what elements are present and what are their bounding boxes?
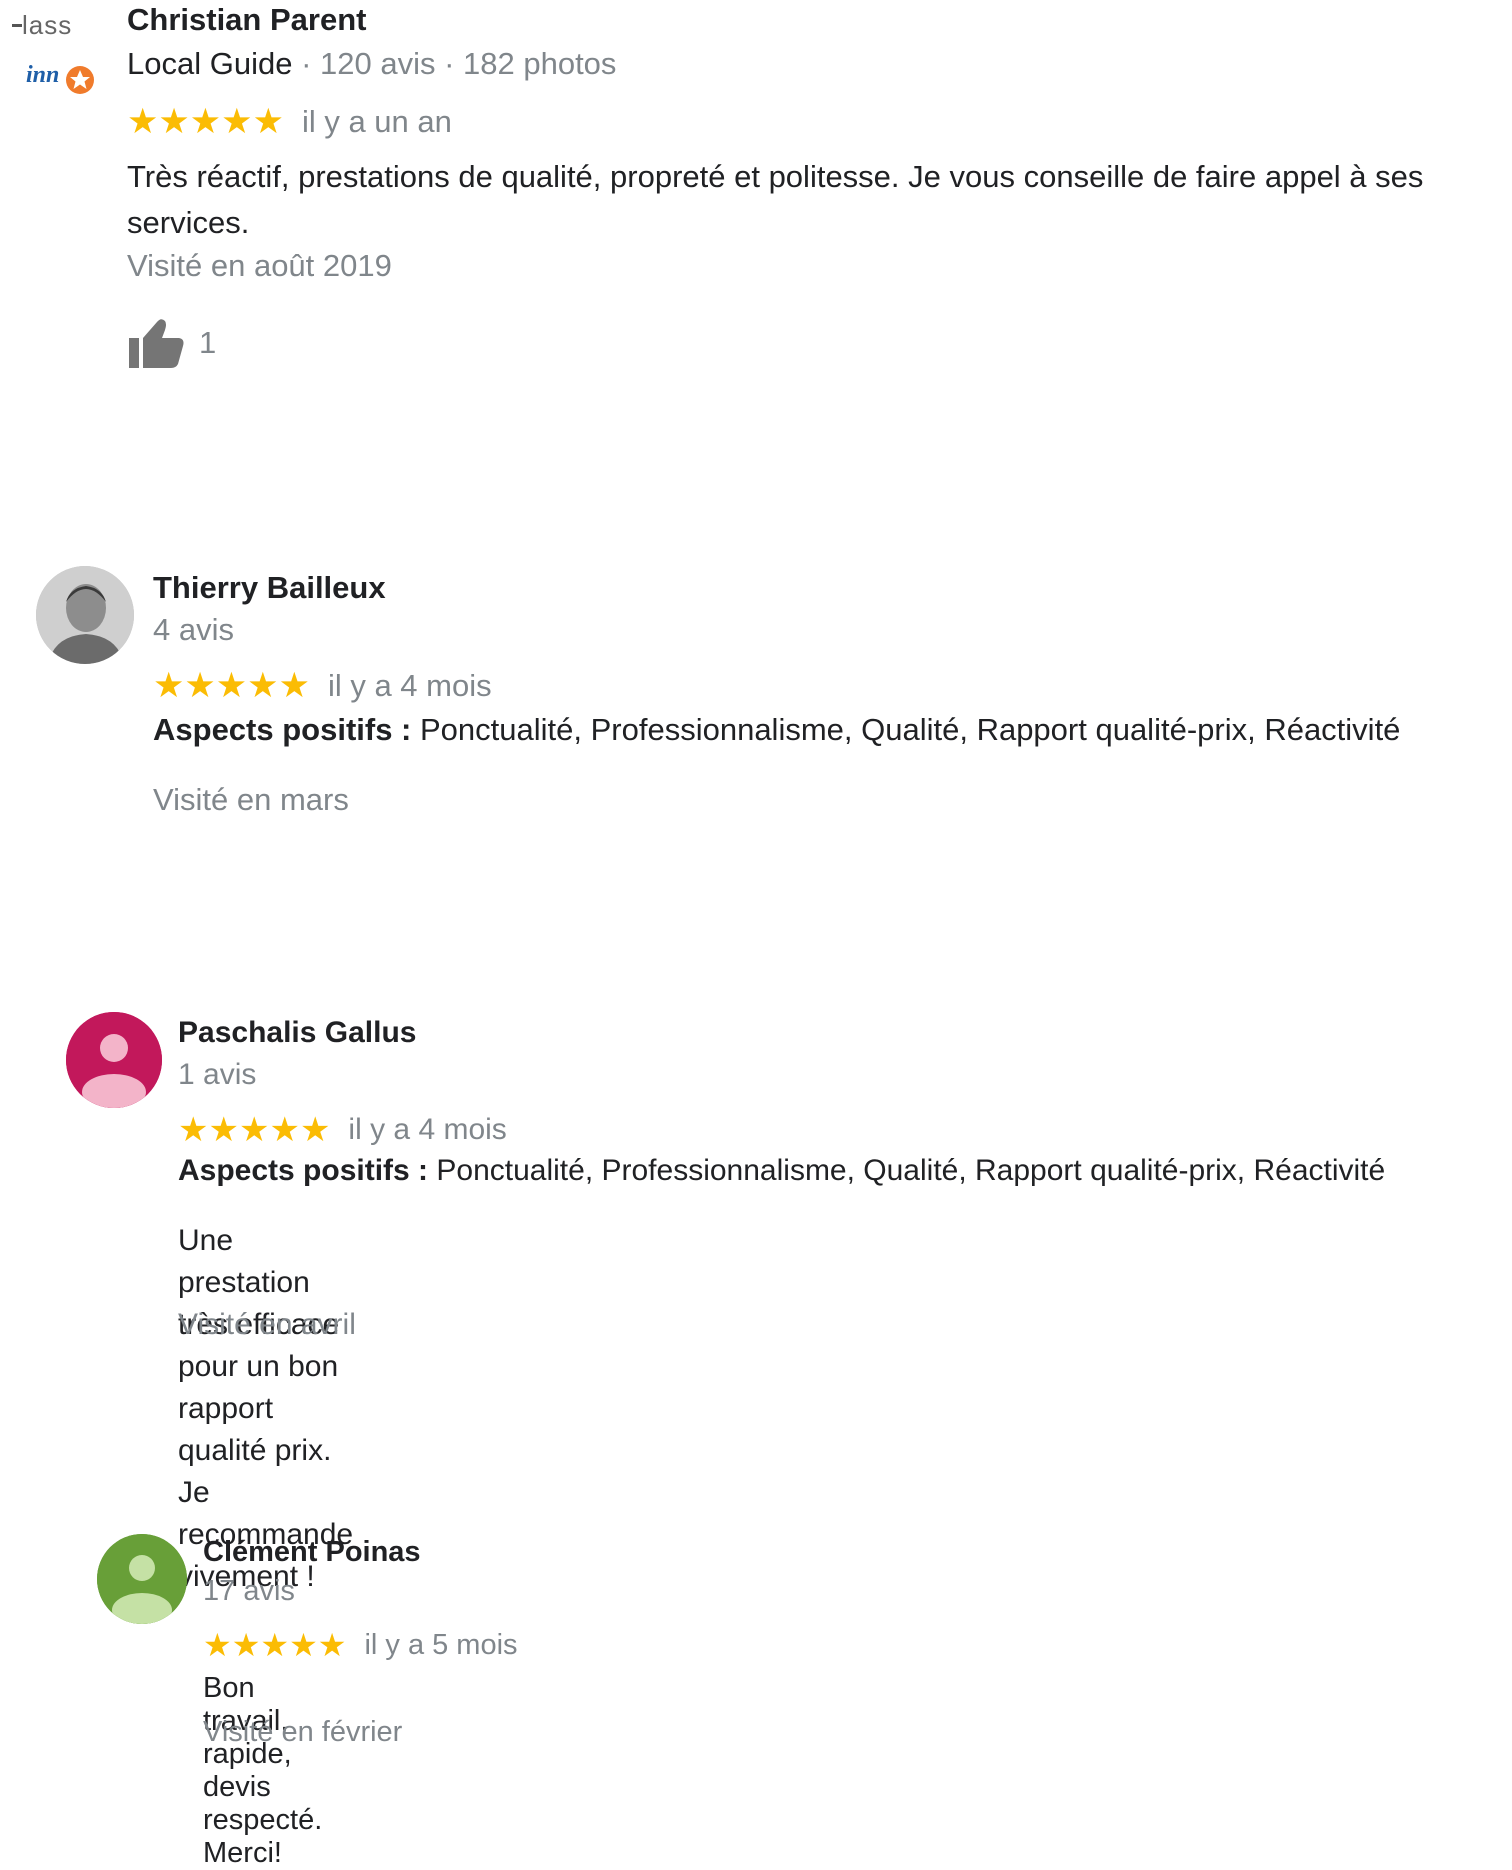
star-icon: ★ — [317, 1627, 347, 1663]
reviewer-name[interactable]: Christian Parent — [127, 2, 366, 38]
avatar[interactable] — [97, 1534, 187, 1624]
star-icon: ★ — [158, 102, 190, 141]
thumbs-up-icon — [129, 319, 184, 368]
like-button[interactable]: 1 — [127, 316, 216, 370]
star-rating: ★ ★ ★ ★ ★ — [127, 102, 284, 142]
default-person-icon — [66, 1012, 162, 1108]
local-guide-label: Local Guide — [127, 46, 293, 81]
avatar[interactable] — [66, 1012, 162, 1108]
star-icon: ★ — [278, 666, 310, 705]
aspects-list: Ponctualité, Professionnalisme, Qualité,… — [411, 712, 1401, 747]
star-icon: ★ — [299, 1111, 331, 1149]
star-icon: ★ — [260, 1627, 290, 1663]
visit-date: Visité en février — [203, 1716, 403, 1748]
star-icon: ★ — [203, 1627, 232, 1663]
profile-photo-icon — [36, 566, 134, 664]
visit-date: Visité en août 2019 — [127, 248, 392, 283]
star-rating: ★ ★ ★ ★ ★ — [153, 666, 310, 706]
reviewer-name[interactable]: Clément Poinas — [203, 1536, 421, 1569]
star-icon: ★ — [247, 666, 279, 705]
review-text: Bon travail, rapide, devis respecté. Mer… — [203, 1672, 323, 1869]
star-rating: ★ ★ ★ ★ ★ — [203, 1626, 346, 1664]
reviewer-stats: 17 avis — [203, 1575, 295, 1607]
review-date: il y a un an — [301, 104, 452, 139]
star-icon: ★ — [189, 102, 222, 141]
star-rating: ★ ★ ★ ★ ★ — [178, 1110, 330, 1150]
visit-date: Visité en avril — [178, 1308, 356, 1341]
class-logo-icon: lass — [12, 10, 72, 40]
star-icon: ★ — [215, 666, 248, 705]
review-text-line: Une prestation très efficace pour un bon… — [178, 1224, 340, 1467]
positive-aspects: Aspects positifs : Ponctualité, Professi… — [178, 1154, 1385, 1188]
reviewer-name[interactable]: Paschalis Gallus — [178, 1016, 416, 1050]
reviewer-stats: 1 avis — [178, 1058, 257, 1091]
star-icon: ★ — [252, 102, 284, 141]
default-person-icon — [97, 1534, 187, 1624]
star-icon: ★ — [178, 1111, 209, 1149]
star-icon: ★ — [127, 102, 159, 141]
review-date: il y a 5 mois — [364, 1628, 518, 1661]
aspects-label: Aspects positifs : — [153, 712, 412, 747]
star-icon: ★ — [238, 1111, 270, 1149]
like-count: 1 — [199, 325, 217, 360]
aspects-list: Ponctualité, Professionnalisme, Qualité,… — [428, 1154, 1386, 1187]
star-icon: ★ — [153, 666, 185, 705]
avatar[interactable] — [36, 566, 134, 664]
review-date: il y a 4 mois — [327, 668, 492, 703]
reviewer-stats: 4 avis — [153, 612, 234, 647]
rating-row: ★ ★ ★ ★ ★ il y a 4 mois — [153, 666, 492, 706]
rating-row: ★ ★ ★ ★ ★ il y a un an — [127, 102, 452, 142]
star-icon: ★ — [221, 102, 253, 141]
svg-text:inn: inn — [26, 62, 59, 88]
star-icon: ★ — [184, 666, 216, 705]
star-icon: ★ — [269, 1111, 300, 1149]
star-icon: ★ — [208, 1111, 239, 1149]
positive-aspects: Aspects positifs : Ponctualité, Professi… — [153, 712, 1400, 748]
rating-row: ★ ★ ★ ★ ★ il y a 4 mois — [178, 1110, 507, 1150]
svg-text:lass: lass — [22, 10, 72, 40]
reviewer-name[interactable]: Thierry Bailleux — [153, 570, 386, 606]
review-date: il y a 4 mois — [348, 1113, 507, 1146]
review-text: Très réactif, prestations de qualité, pr… — [127, 159, 1424, 240]
reviewer-counts: · 120 avis · 182 photos — [292, 46, 617, 81]
rating-row: ★ ★ ★ ★ ★ il y a 5 mois — [203, 1626, 518, 1664]
inno-logo-icon: inn — [26, 62, 94, 94]
visit-date: Visité en mars — [153, 782, 349, 817]
aspects-label: Aspects positifs : — [178, 1154, 429, 1187]
reviewer-stats: Local Guide · 120 avis · 182 photos — [127, 46, 616, 82]
star-icon: ★ — [289, 1627, 318, 1663]
star-icon: ★ — [231, 1627, 261, 1663]
